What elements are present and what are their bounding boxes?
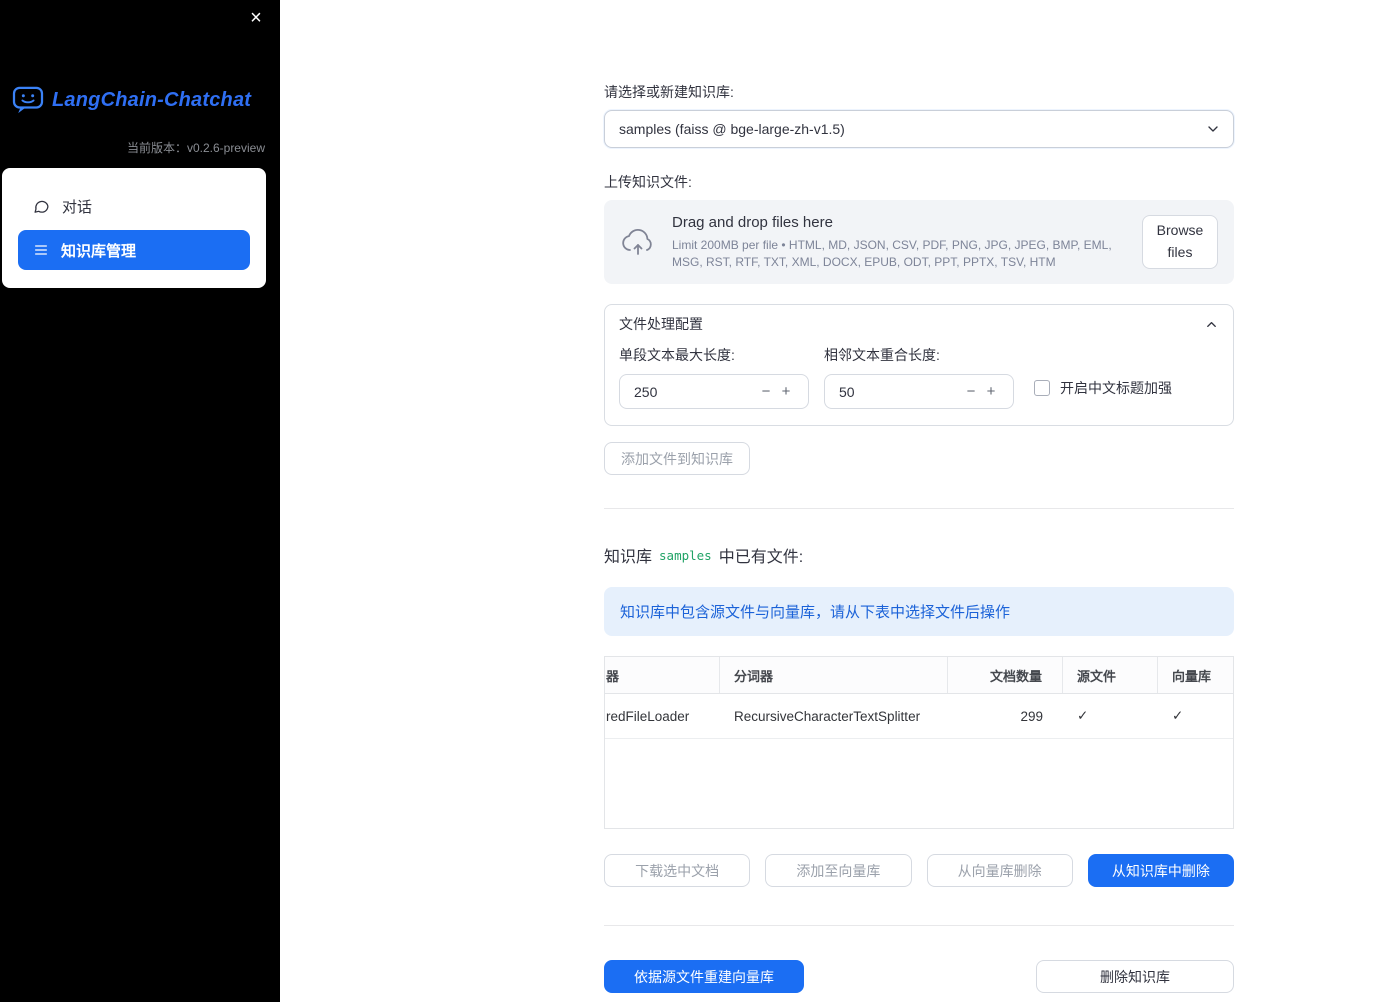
- sidebar-item-kb-management[interactable]: 知识库管理: [18, 230, 250, 270]
- sidebar-item-label: 对话: [62, 198, 93, 216]
- increment-button[interactable]: +: [776, 383, 796, 400]
- kb-select-label: 请选择或新建知识库:: [604, 84, 734, 100]
- kb-select[interactable]: samples (faiss @ bge-large-zh-v1.5): [604, 110, 1234, 148]
- sidebar-item-label: 知识库管理: [61, 242, 137, 260]
- table-header-row: 器 分词器 文档数量 源文件 向量库: [605, 657, 1233, 694]
- uploader-limit-text: Limit 200MB per file • HTML, MD, JSON, C…: [672, 238, 1112, 269]
- uploader-texts: Drag and drop files here Limit 200MB per…: [672, 214, 1126, 269]
- close-icon: ×: [250, 7, 262, 29]
- cell-source-file-check: ✓: [1077, 708, 1089, 723]
- rebuild-vectorstore-button[interactable]: 依据源文件重建向量库: [604, 960, 804, 993]
- file-config-expander-header[interactable]: 文件处理配置: [605, 305, 1233, 343]
- download-selected-button[interactable]: 下载选中文档: [604, 854, 751, 887]
- overlap-size-value[interactable]: 50: [839, 384, 961, 400]
- cell-doc-count: 299: [1020, 708, 1043, 724]
- browse-files-button[interactable]: Browse files: [1142, 215, 1218, 269]
- increment-button[interactable]: +: [981, 383, 1001, 400]
- overlap-size-group: 相邻文本重合长度: 50 − +: [824, 345, 1014, 409]
- cell-vector-store-check: ✓: [1172, 708, 1184, 723]
- chevron-up-icon: [1204, 317, 1219, 332]
- logo-text: LangChain-Chatchat: [52, 88, 252, 111]
- cell-loader: redFileLoader: [606, 708, 690, 724]
- overlap-size-label: 相邻文本重合长度:: [824, 347, 940, 363]
- zh-title-enhance-checkbox[interactable]: [1034, 380, 1050, 396]
- expander-title: 文件处理配置: [619, 316, 703, 332]
- upload-label: 上传知识文件:: [604, 174, 692, 190]
- kb-page: 请选择或新建知识库: samples (faiss @ bge-large-zh…: [604, 0, 1234, 993]
- decrement-button[interactable]: −: [756, 383, 776, 400]
- sidebar-close-button[interactable]: ×: [244, 6, 268, 30]
- add-to-vectorstore-button[interactable]: 添加至向量库: [765, 854, 912, 887]
- kb-select-value: samples (faiss @ bge-large-zh-v1.5): [619, 121, 845, 137]
- zh-title-enhance-label[interactable]: 开启中文标题加强: [1060, 378, 1172, 398]
- column-header-splitter[interactable]: 分词器: [720, 657, 948, 693]
- column-header-source-file[interactable]: 源文件: [1063, 657, 1158, 693]
- decrement-button[interactable]: −: [961, 383, 981, 400]
- chunk-size-input[interactable]: 250 − +: [619, 374, 809, 409]
- app-logo: LangChain-Chatchat: [12, 86, 251, 114]
- kb-bottom-actions: 依据源文件重建向量库 删除知识库: [604, 960, 1234, 993]
- file-actions-row: 下载选中文档 添加至向量库 从向量库删除 从知识库中删除: [604, 854, 1234, 887]
- kb-list-icon: [33, 242, 49, 258]
- file-config-body: 单段文本最大长度: 250 − + 相邻文本重合长度: 50 − + 开启中文标…: [605, 343, 1233, 425]
- sidebar-nav: 对话 知识库管理: [2, 168, 266, 288]
- add-files-button[interactable]: 添加文件到知识库: [604, 442, 750, 475]
- zh-title-enhance-group: 开启中文标题加强: [1034, 374, 1172, 409]
- sidebar: × LangChain-Chatchat 当前版本：v0.2.6-preview…: [0, 0, 280, 1002]
- info-message: 知识库中包含源文件与向量库，请从下表中选择文件后操作: [604, 587, 1234, 636]
- chunk-size-label: 单段文本最大长度:: [619, 347, 735, 363]
- main-area: 请选择或新建知识库: samples (faiss @ bge-large-zh…: [280, 0, 1380, 1002]
- chunk-size-group: 单段文本最大长度: 250 − +: [619, 345, 809, 409]
- file-config-expander: 文件处理配置 单段文本最大长度: 250 − + 相邻文本重合长度: 50 − …: [604, 304, 1234, 426]
- delete-kb-button[interactable]: 删除知识库: [1036, 960, 1234, 993]
- overlap-size-input[interactable]: 50 − +: [824, 374, 1014, 409]
- chevron-down-icon: [1205, 121, 1221, 137]
- cloud-upload-icon: [620, 227, 656, 257]
- cell-splitter: RecursiveCharacterTextSplitter: [734, 708, 921, 724]
- existing-prefix: 知识库: [604, 549, 653, 566]
- files-table[interactable]: 器 分词器 文档数量 源文件 向量库 redFileLoader Recursi…: [604, 656, 1234, 829]
- existing-suffix: 中已有文件:: [718, 549, 804, 566]
- chunk-size-value[interactable]: 250: [634, 384, 756, 400]
- existing-files-heading: 知识库 samples 中已有文件:: [604, 543, 1234, 567]
- delete-from-kb-button[interactable]: 从知识库中删除: [1087, 854, 1234, 887]
- divider: [604, 508, 1234, 509]
- logo-chat-icon: [12, 86, 44, 114]
- table-row[interactable]: redFileLoader RecursiveCharacterTextSpli…: [605, 694, 1233, 739]
- uploader-title: Drag and drop files here: [672, 214, 833, 232]
- column-header-vector-store[interactable]: 向量库: [1158, 657, 1233, 693]
- kb-name-code: samples: [659, 547, 712, 563]
- column-header-loader[interactable]: 器: [605, 657, 720, 693]
- version-label: 当前版本：v0.2.6-preview: [126, 141, 265, 155]
- column-header-doc-count[interactable]: 文档数量: [948, 657, 1063, 693]
- file-uploader-dropzone[interactable]: Drag and drop files here Limit 200MB per…: [604, 200, 1234, 284]
- sidebar-item-chat[interactable]: 对话: [18, 186, 250, 226]
- chat-bubble-icon: [33, 198, 50, 215]
- delete-from-vectorstore-button[interactable]: 从向量库删除: [926, 854, 1073, 887]
- divider: [604, 925, 1234, 926]
